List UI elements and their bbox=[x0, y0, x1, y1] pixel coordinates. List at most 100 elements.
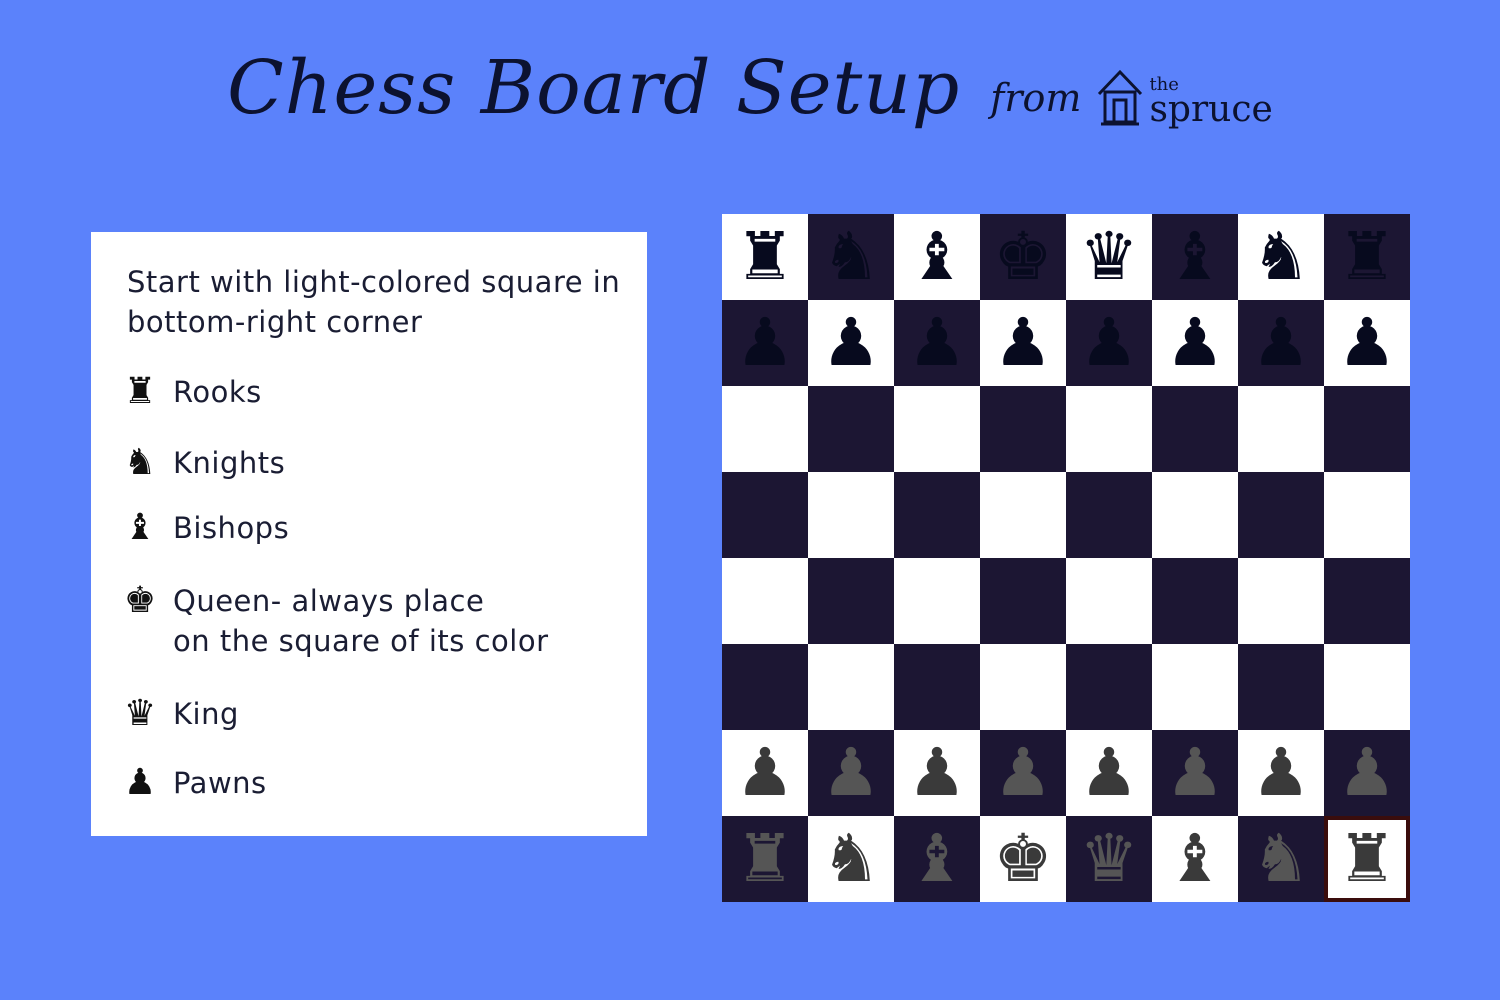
square-b5 bbox=[808, 472, 894, 558]
square-d1: ♚ bbox=[980, 816, 1066, 902]
square-g5 bbox=[1238, 472, 1324, 558]
square-c2: ♟ bbox=[894, 730, 980, 816]
gray-rook-icon: ♜ bbox=[735, 820, 795, 897]
king-icon: ♛ bbox=[123, 693, 157, 734]
legend-item-bishops: ♝ Bishops bbox=[119, 508, 289, 548]
square-c4 bbox=[894, 558, 980, 644]
square-b6 bbox=[808, 386, 894, 472]
black-rook-icon: ♜ bbox=[735, 218, 795, 295]
square-a7: ♟ bbox=[722, 300, 808, 386]
gray-pawn-icon: ♟ bbox=[1079, 734, 1139, 811]
pawn-icon: ♟ bbox=[123, 762, 157, 803]
legend-label-queen: Queen- always place on the square of its… bbox=[173, 584, 549, 658]
gray-pawn-icon: ♟ bbox=[821, 734, 881, 811]
square-d8: ♚ bbox=[980, 214, 1066, 300]
square-b4 bbox=[808, 558, 894, 644]
square-a4 bbox=[722, 558, 808, 644]
square-c5 bbox=[894, 472, 980, 558]
black-pawn-icon: ♟ bbox=[993, 304, 1053, 381]
legend-label-king: King bbox=[173, 697, 239, 731]
black-knight-icon: ♞ bbox=[1251, 218, 1311, 295]
square-e5 bbox=[1066, 472, 1152, 558]
square-b7: ♟ bbox=[808, 300, 894, 386]
square-f2: ♟ bbox=[1152, 730, 1238, 816]
square-e2: ♟ bbox=[1066, 730, 1152, 816]
square-f4 bbox=[1152, 558, 1238, 644]
legend-item-knights: ♞ Knights bbox=[119, 443, 285, 483]
square-h5 bbox=[1324, 472, 1410, 558]
square-d3 bbox=[980, 644, 1066, 730]
square-g2: ♟ bbox=[1238, 730, 1324, 816]
square-g8: ♞ bbox=[1238, 214, 1324, 300]
black-rook-icon: ♜ bbox=[1337, 218, 1397, 295]
gray-pawn-icon: ♟ bbox=[993, 734, 1053, 811]
gray-knight-icon: ♞ bbox=[821, 820, 881, 897]
queen-icon: ♚ bbox=[123, 580, 157, 621]
gray-rook-icon: ♜ bbox=[1337, 820, 1397, 897]
square-h8: ♜ bbox=[1324, 214, 1410, 300]
square-g4 bbox=[1238, 558, 1324, 644]
spruce-logo: the spruce bbox=[1095, 66, 1273, 128]
gray-pawn-icon: ♟ bbox=[1165, 734, 1225, 811]
black-queen-icon: ♛ bbox=[1079, 218, 1139, 295]
legend-item-king: ♛ King bbox=[119, 694, 239, 734]
gray-knight-icon: ♞ bbox=[1251, 820, 1311, 897]
square-b8: ♞ bbox=[808, 214, 894, 300]
square-g6 bbox=[1238, 386, 1324, 472]
square-e1: ♛ bbox=[1066, 816, 1152, 902]
house-icon bbox=[1098, 69, 1143, 126]
gray-queen-icon: ♛ bbox=[1079, 820, 1139, 897]
square-g1: ♞ bbox=[1238, 816, 1324, 902]
square-f7: ♟ bbox=[1152, 300, 1238, 386]
black-pawn-icon: ♟ bbox=[1337, 304, 1397, 381]
square-g7: ♟ bbox=[1238, 300, 1324, 386]
square-a2: ♟ bbox=[722, 730, 808, 816]
square-c3 bbox=[894, 644, 980, 730]
square-a1: ♜ bbox=[722, 816, 808, 902]
black-bishop-icon: ♝ bbox=[907, 218, 967, 295]
gray-king-icon: ♚ bbox=[993, 820, 1053, 897]
square-h7: ♟ bbox=[1324, 300, 1410, 386]
square-a6 bbox=[722, 386, 808, 472]
square-b1: ♞ bbox=[808, 816, 894, 902]
legend-item-rooks: ♜ Rooks bbox=[119, 372, 262, 412]
square-a8: ♜ bbox=[722, 214, 808, 300]
black-pawn-icon: ♟ bbox=[1251, 304, 1311, 381]
legend-label-bishops: Bishops bbox=[173, 511, 290, 545]
square-b2: ♟ bbox=[808, 730, 894, 816]
square-e6 bbox=[1066, 386, 1152, 472]
black-king-icon: ♚ bbox=[993, 218, 1053, 295]
square-e4 bbox=[1066, 558, 1152, 644]
legend-panel: Start with light-colored square in botto… bbox=[91, 232, 647, 836]
square-e8: ♛ bbox=[1066, 214, 1152, 300]
square-h2: ♟ bbox=[1324, 730, 1410, 816]
square-a5 bbox=[722, 472, 808, 558]
square-e7: ♟ bbox=[1066, 300, 1152, 386]
header: Chess Board Setup from the spruce bbox=[0, 38, 1500, 138]
black-pawn-icon: ♟ bbox=[907, 304, 967, 381]
gray-pawn-icon: ♟ bbox=[735, 734, 795, 811]
square-h4 bbox=[1324, 558, 1410, 644]
black-bishop-icon: ♝ bbox=[1165, 218, 1225, 295]
legend-intro: Start with light-colored square in botto… bbox=[127, 265, 621, 339]
square-d7: ♟ bbox=[980, 300, 1066, 386]
square-f1: ♝ bbox=[1152, 816, 1238, 902]
legend-label-pawns: Pawns bbox=[173, 766, 267, 800]
square-h6 bbox=[1324, 386, 1410, 472]
square-f8: ♝ bbox=[1152, 214, 1238, 300]
gray-pawn-icon: ♟ bbox=[907, 734, 967, 811]
legend-item-queen: ♚ Queen- always place on the square of i… bbox=[119, 581, 549, 661]
square-h3 bbox=[1324, 644, 1410, 730]
black-pawn-icon: ♟ bbox=[735, 304, 795, 381]
bishop-icon: ♝ bbox=[123, 507, 157, 548]
page-title: Chess Board Setup bbox=[227, 45, 961, 131]
knight-icon: ♞ bbox=[123, 442, 157, 483]
square-c6 bbox=[894, 386, 980, 472]
gray-pawn-icon: ♟ bbox=[1337, 734, 1397, 811]
square-e3 bbox=[1066, 644, 1152, 730]
legend-label-knights: Knights bbox=[173, 446, 286, 480]
square-c1: ♝ bbox=[894, 816, 980, 902]
black-pawn-icon: ♟ bbox=[1079, 304, 1139, 381]
legend-item-pawns: ♟ Pawns bbox=[119, 763, 267, 803]
square-f5 bbox=[1152, 472, 1238, 558]
